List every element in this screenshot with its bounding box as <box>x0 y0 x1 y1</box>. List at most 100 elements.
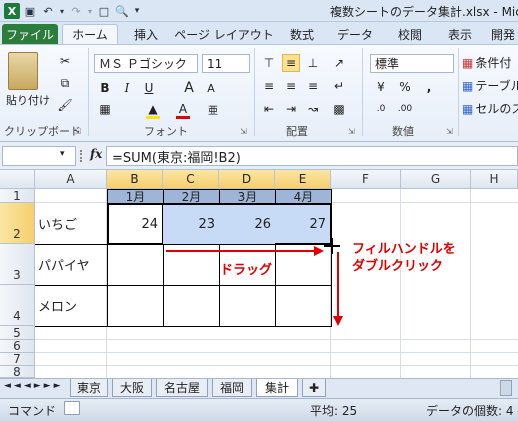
clipboard-launcher-icon[interactable]: ⇲ <box>74 127 81 136</box>
month-header-cell[interactable]: 3月 <box>219 189 276 204</box>
column-header[interactable]: A <box>35 170 107 189</box>
italic-button[interactable]: I <box>118 79 136 97</box>
tab-view[interactable]: 表示 <box>440 24 480 44</box>
row-header[interactable]: 2 <box>0 203 35 244</box>
tab-formulas[interactable]: 数式 <box>282 24 322 44</box>
borders-icon[interactable]: ▦ <box>96 100 114 118</box>
sheet-tab-osaka[interactable]: 大阪 <box>112 379 152 397</box>
alignment-launcher-icon[interactable]: ⇲ <box>348 127 355 136</box>
underline-button[interactable]: U <box>140 79 158 97</box>
month-header-cell[interactable]: 1月 <box>107 189 164 204</box>
name-box-dropdown-icon[interactable]: ▾ <box>60 149 65 159</box>
rotate-text-icon[interactable]: ↝ <box>304 100 322 118</box>
item-label-cell[interactable]: パパイヤ <box>35 244 108 286</box>
align-center-icon[interactable]: ≡ <box>282 77 300 95</box>
wrap-text-icon[interactable]: ↵ <box>330 77 348 95</box>
tab-file[interactable]: ファイル <box>2 24 58 44</box>
bold-button[interactable]: B <box>96 79 114 97</box>
align-bottom-icon[interactable]: ⊥ <box>304 54 322 72</box>
formula-input[interactable]: =SUM(東京:福岡!B2) <box>106 146 518 166</box>
align-right-icon[interactable]: ≡ <box>304 77 322 95</box>
font-size-select[interactable]: 11 <box>202 54 250 73</box>
font-size-value: 11 <box>207 56 223 71</box>
currency-icon[interactable]: ¥ <box>372 78 390 96</box>
format-painter-icon[interactable]: 🖌 <box>56 96 74 114</box>
undo-icon[interactable]: ↶ <box>40 3 56 19</box>
column-header[interactable]: D <box>219 170 275 189</box>
value-cell[interactable] <box>107 285 164 327</box>
align-middle-icon[interactable]: ≡ <box>282 54 300 72</box>
month-header-cell[interactable]: 2月 <box>163 189 220 204</box>
format-as-table-button[interactable]: ▦ テーブル <box>462 77 518 94</box>
tab-insert[interactable]: 挿入 <box>124 24 168 44</box>
merge-center-icon[interactable]: ▩ <box>330 100 348 118</box>
number-format-select[interactable]: 標準 <box>370 54 454 73</box>
column-header[interactable]: B <box>107 170 163 189</box>
tab-review[interactable]: 校閲 <box>390 24 430 44</box>
conditional-formatting-button[interactable]: ▦ 条件付 <box>462 54 511 71</box>
redo-icon[interactable]: ↷ <box>68 3 84 19</box>
undo-dropdown-icon[interactable]: ▾ <box>58 3 66 19</box>
column-header[interactable]: E <box>275 170 331 189</box>
increase-decimal-icon[interactable]: .0 <box>372 100 390 118</box>
paste-button-label[interactable]: 貼り付け <box>6 92 50 108</box>
row-header[interactable]: 4 <box>0 285 35 326</box>
sheet-nav-icons[interactable]: ◄◄◄►►► <box>4 381 64 391</box>
font-name-value: ＭＳ Ｐゴシック <box>99 57 187 71</box>
sheet-tab-summary[interactable]: 集計 <box>256 379 298 397</box>
redo-dropdown-icon[interactable]: ▾ <box>86 3 94 19</box>
increase-indent-icon[interactable]: ⇥ <box>282 100 300 118</box>
horizontal-scroll-splitter[interactable] <box>500 380 512 396</box>
font-name-select[interactable]: ＭＳ Ｐゴシック <box>94 54 198 73</box>
column-header[interactable]: F <box>331 170 401 189</box>
comma-style-icon[interactable]: , <box>420 78 438 96</box>
column-header[interactable]: C <box>163 170 219 189</box>
shrink-font-icon[interactable]: A <box>202 79 220 97</box>
group-separator <box>254 48 255 136</box>
font-launcher-icon[interactable]: ⇲ <box>240 127 247 136</box>
cut-icon[interactable]: ✂ <box>56 52 74 70</box>
copy-icon[interactable]: ⧉ <box>56 74 74 92</box>
align-top-icon[interactable]: ⊤ <box>260 54 278 72</box>
print-preview-icon[interactable]: 🔍 <box>114 3 130 19</box>
sheet-tab-fukuoka[interactable]: 福岡 <box>212 379 252 397</box>
column-header[interactable]: H <box>471 170 518 189</box>
new-document-icon[interactable]: □ <box>96 3 112 19</box>
fill-down-arrow-head <box>333 316 343 326</box>
item-label-cell[interactable]: いちご <box>35 203 108 245</box>
sheet-tab-tokyo[interactable]: 東京 <box>70 379 108 397</box>
sheet-tab-nagoya[interactable]: 名古屋 <box>156 379 208 397</box>
macro-record-icon[interactable] <box>64 401 80 415</box>
cell-styles-button[interactable]: ▦ セルのス <box>462 100 518 117</box>
percent-icon[interactable]: % <box>396 78 414 96</box>
decrease-decimal-icon[interactable]: .00 <box>396 100 414 118</box>
row-header[interactable]: 1 <box>0 189 35 203</box>
align-left-icon[interactable]: ≡ <box>260 77 278 95</box>
row-header[interactable]: 8 <box>0 365 35 379</box>
value-cell[interactable]: 26 <box>219 203 276 245</box>
grow-font-icon[interactable]: A <box>180 79 198 97</box>
orientation-icon[interactable]: ↗ <box>330 54 348 72</box>
paste-icon[interactable] <box>8 52 38 90</box>
row-header[interactable]: 5 <box>0 326 35 340</box>
tab-page-layout[interactable]: ページ レイアウト <box>172 24 276 44</box>
phonetic-icon[interactable]: 亜 <box>204 100 222 118</box>
value-cell[interactable]: 23 <box>163 203 220 245</box>
tab-data[interactable]: データ <box>330 24 380 44</box>
decrease-indent-icon[interactable]: ⇤ <box>260 100 278 118</box>
number-launcher-icon[interactable]: ⇲ <box>446 127 453 136</box>
active-cell[interactable]: 24 <box>107 203 164 245</box>
insert-sheet-icon[interactable]: ✚ <box>302 379 326 397</box>
value-cell[interactable] <box>107 244 164 286</box>
customize-qat-icon[interactable]: ▾ <box>132 3 142 19</box>
save-icon[interactable]: ▣ <box>22 3 38 19</box>
insert-function-icon[interactable]: fx <box>90 147 102 161</box>
item-label-cell[interactable]: メロン <box>35 285 108 327</box>
formula-bar-splitter[interactable] <box>80 150 86 162</box>
column-header[interactable]: G <box>401 170 471 189</box>
month-header-cell[interactable]: 4月 <box>275 189 332 204</box>
tab-developer[interactable]: 開発 <box>488 24 518 44</box>
tab-home[interactable]: ホーム <box>62 24 118 44</box>
select-all-corner[interactable] <box>0 170 35 189</box>
row-header[interactable]: 3 <box>0 244 35 285</box>
